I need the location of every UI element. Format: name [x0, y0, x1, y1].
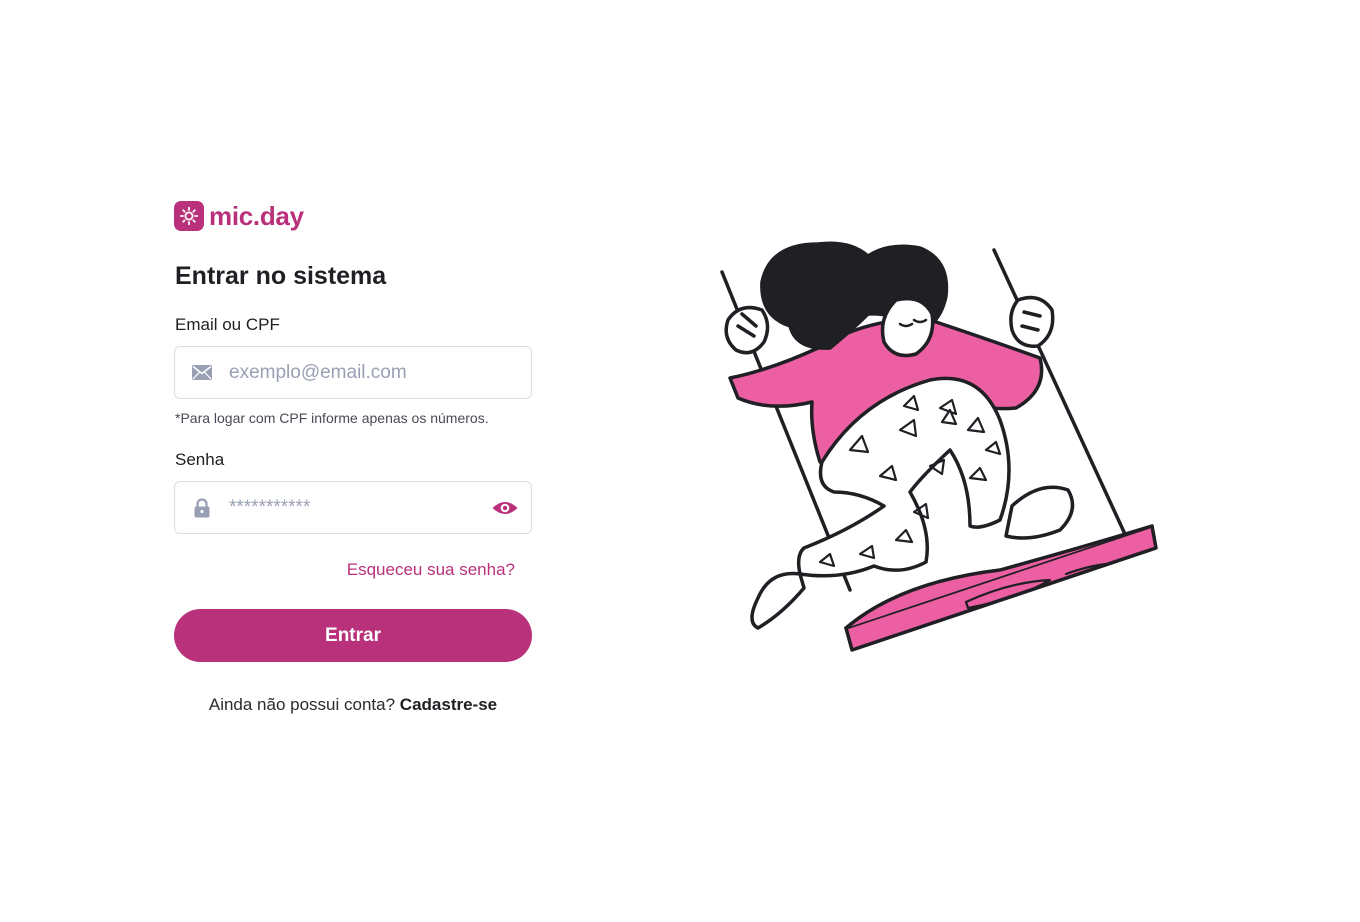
signup-prompt: Ainda não possui conta? Cadastre-se: [174, 695, 532, 715]
brand: mic.day: [174, 198, 532, 234]
password-label: Senha: [175, 450, 225, 469]
lock-icon: [175, 497, 229, 518]
woman-on-swing-illustration: [720, 241, 1158, 652]
submit-button[interactable]: Entrar: [174, 609, 532, 662]
signup-link[interactable]: Cadastre-se: [400, 695, 497, 714]
password-field: [174, 481, 532, 534]
eye-icon[interactable]: [479, 482, 531, 533]
login-panel: mic.day Entrar no sistema Email ou CPF *…: [174, 198, 532, 714]
forgot-password-link[interactable]: Esqueceu sua senha?: [347, 560, 515, 580]
email-label: Email ou CPF: [175, 315, 280, 334]
brand-name: mic.day: [209, 201, 304, 231]
cpf-hint: *Para logar com CPF informe apenas os nú…: [175, 410, 489, 426]
brand-logo-icon: [174, 201, 204, 231]
email-input[interactable]: [229, 347, 531, 398]
page-title: Entrar no sistema: [175, 262, 387, 290]
mail-icon: [175, 365, 229, 380]
password-input[interactable]: [229, 482, 479, 533]
email-field: [174, 346, 532, 399]
signup-prompt-text: Ainda não possui conta?: [208, 695, 396, 714]
